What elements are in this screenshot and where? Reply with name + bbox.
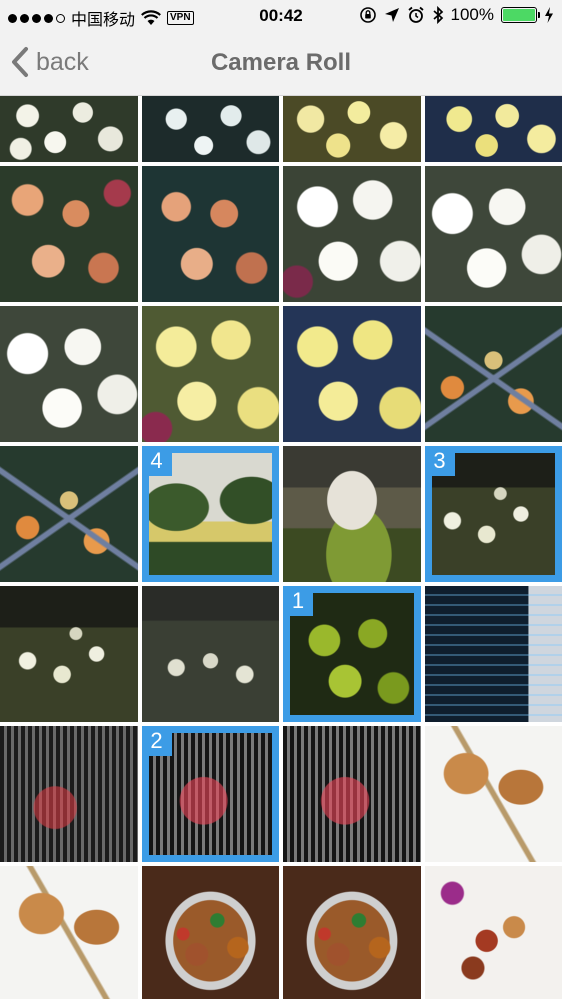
photo-thumbnail[interactable] — [424, 726, 562, 862]
battery-icon — [501, 7, 540, 23]
photo-thumbnail[interactable] — [0, 586, 138, 722]
photo-thumbnail[interactable]: 2 — [141, 726, 279, 862]
location-arrow-icon — [384, 8, 399, 22]
photo-thumbnail[interactable]: 4 — [141, 446, 279, 582]
photo-thumbnail[interactable] — [0, 306, 138, 442]
photo-thumbnail[interactable] — [0, 166, 138, 302]
orientation-lock-icon — [359, 7, 376, 23]
signal-dot — [44, 13, 53, 23]
charging-bolt-icon — [545, 7, 553, 23]
photo-thumbnail[interactable] — [424, 96, 562, 162]
photo-thumbnail[interactable] — [424, 166, 562, 302]
signal-strength-icon — [8, 13, 65, 23]
photo-thumbnail[interactable] — [424, 586, 562, 722]
selection-order-badge: 1 — [283, 586, 313, 616]
photo-thumbnail[interactable] — [283, 96, 421, 162]
selection-order-badge: 4 — [141, 446, 172, 476]
photo-thumbnail[interactable] — [283, 166, 421, 302]
alarm-icon — [407, 6, 424, 23]
signal-dot — [20, 13, 29, 23]
photo-thumbnail[interactable] — [283, 866, 421, 999]
photo-thumbnail[interactable] — [0, 726, 138, 862]
selection-order-badge: 2 — [141, 726, 172, 756]
navigation-bar: back Camera Roll — [0, 32, 562, 96]
signal-dot — [32, 13, 41, 23]
battery-level — [503, 9, 535, 21]
wifi-icon — [141, 10, 161, 25]
back-label: back — [36, 47, 89, 76]
photo-thumbnail[interactable] — [0, 96, 138, 162]
selection-order-badge: 3 — [424, 446, 455, 476]
photo-thumbnail[interactable] — [424, 866, 562, 999]
vpn-badge: VPN — [167, 11, 194, 25]
chevron-left-icon — [12, 47, 28, 77]
photo-thumbnail[interactable] — [283, 306, 421, 442]
bluetooth-icon — [432, 6, 443, 24]
photo-grid: 4 3 1 2 — [0, 96, 562, 999]
photo-thumbnail[interactable] — [0, 866, 138, 999]
signal-dot — [8, 13, 17, 23]
photo-thumbnail[interactable] — [283, 726, 421, 862]
battery-percent: 100% — [450, 5, 494, 24]
photo-thumbnail[interactable] — [141, 866, 279, 999]
carrier-name: 中国移动 — [71, 10, 136, 29]
photo-thumbnail[interactable] — [424, 306, 562, 442]
photo-thumbnail[interactable] — [141, 96, 279, 162]
status-right: 100% — [359, 5, 554, 25]
status-left: 中国移动 VPN — [8, 6, 194, 30]
signal-dot — [56, 13, 65, 23]
photo-thumbnail[interactable] — [141, 586, 279, 722]
photo-thumbnail[interactable] — [283, 446, 421, 582]
status-bar: 中国移动 VPN 00:42 100% — [0, 0, 562, 32]
photo-thumbnail[interactable] — [141, 166, 279, 302]
back-button[interactable]: back — [10, 46, 89, 78]
photo-thumbnail[interactable] — [141, 306, 279, 442]
photo-thumbnail[interactable]: 3 — [424, 446, 562, 582]
photo-thumbnail[interactable]: 1 — [283, 586, 421, 722]
photo-thumbnail[interactable] — [0, 446, 138, 582]
